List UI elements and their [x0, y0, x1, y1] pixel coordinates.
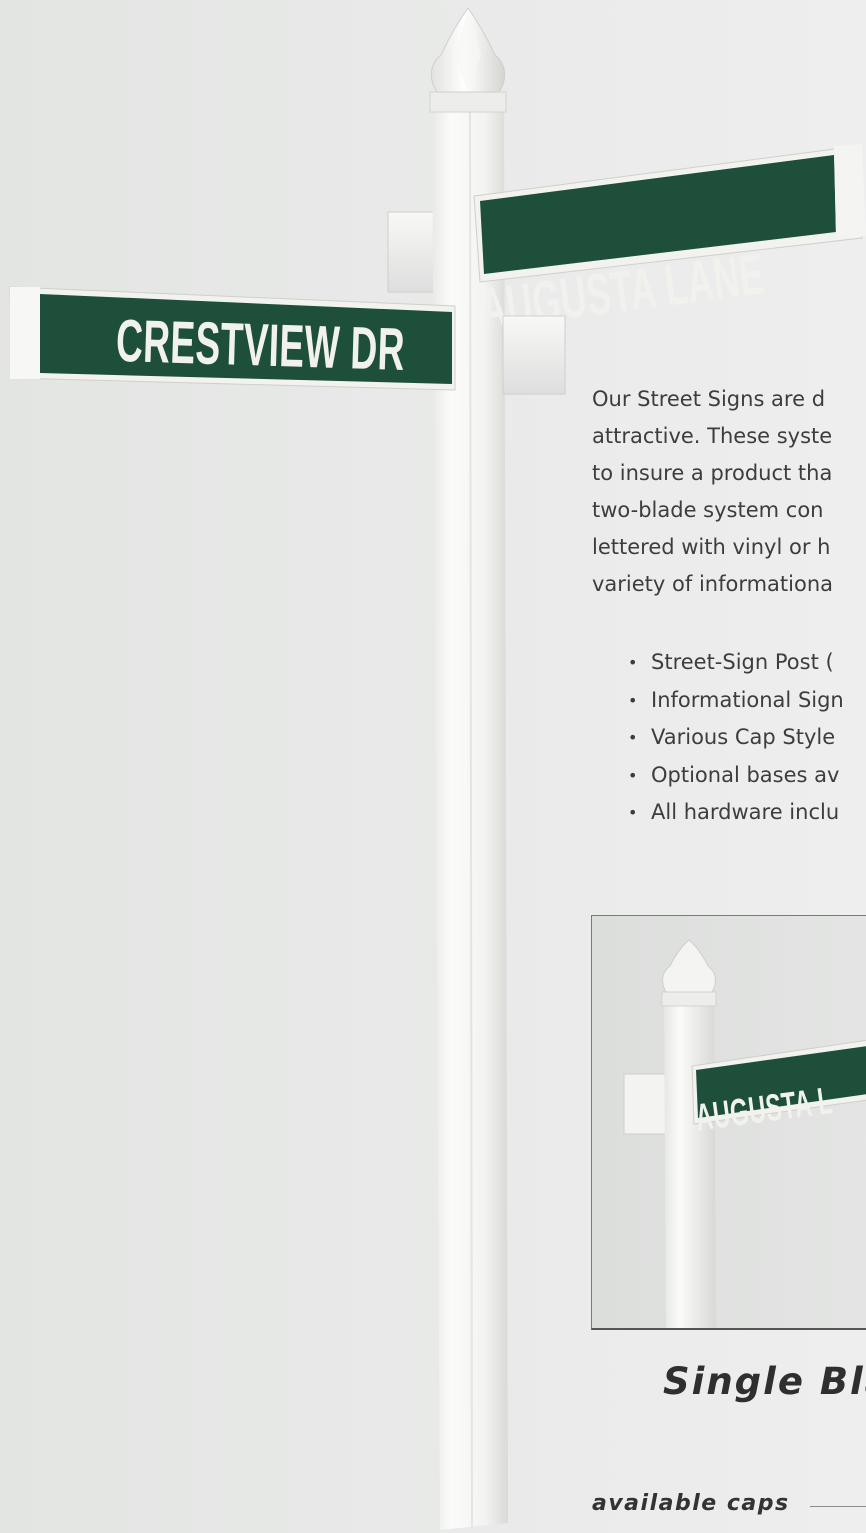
single-blade-illustration: AUGUSTA L: [623, 939, 866, 1328]
bullet-icon: •: [628, 765, 638, 785]
caps-divider: [810, 1506, 866, 1507]
feature-list: • Street-Sign Post ( • Informational Sign …: [628, 644, 844, 832]
description-line: two-blade system con: [592, 498, 824, 522]
single-blade-photo: AUGUSTA L: [591, 915, 866, 1330]
description-line: variety of informationa: [592, 572, 834, 596]
description-line: attractive. These syste: [592, 424, 833, 448]
feature-item: • Various Cap Style: [628, 719, 844, 757]
upper-sign-bracket: [387, 211, 435, 293]
post-cap: [429, 7, 507, 113]
feature-label: All hardware inclu: [651, 800, 840, 824]
feature-label: Various Cap Style: [651, 725, 836, 749]
feature-item: • All hardware inclu: [628, 794, 844, 832]
lower-sign-text: CRESTVIEW DR: [115, 307, 406, 383]
feature-item: • Optional bases av: [628, 757, 844, 795]
description-line: lettered with vinyl or h: [592, 535, 831, 559]
available-caps-heading: available caps: [592, 1491, 790, 1516]
description-line: Our Street Signs are d: [592, 387, 826, 411]
feature-label: Optional bases av: [651, 762, 840, 787]
bullet-icon: •: [628, 803, 638, 822]
upper-street-sign: AUGUSTA LANE: [473, 144, 866, 342]
feature-item: • Street-Sign Post (: [628, 644, 844, 682]
bullet-icon: •: [628, 653, 638, 672]
lower-sign-bracket: [502, 315, 566, 395]
bullet-icon: •: [628, 728, 638, 747]
lower-street-sign: CRESTVIEW DR: [9, 286, 456, 391]
feature-label: Street-Sign Post (: [651, 650, 834, 674]
product-description: Our Street Signs are d attractive. These…: [592, 381, 866, 603]
feature-item: • Informational Sign: [628, 682, 844, 720]
description-line: to insure a product tha: [592, 461, 833, 485]
feature-label: Informational Sign: [651, 687, 844, 712]
single-blade-caption: Single Bla: [663, 1360, 866, 1403]
bullet-icon: •: [628, 690, 638, 710]
